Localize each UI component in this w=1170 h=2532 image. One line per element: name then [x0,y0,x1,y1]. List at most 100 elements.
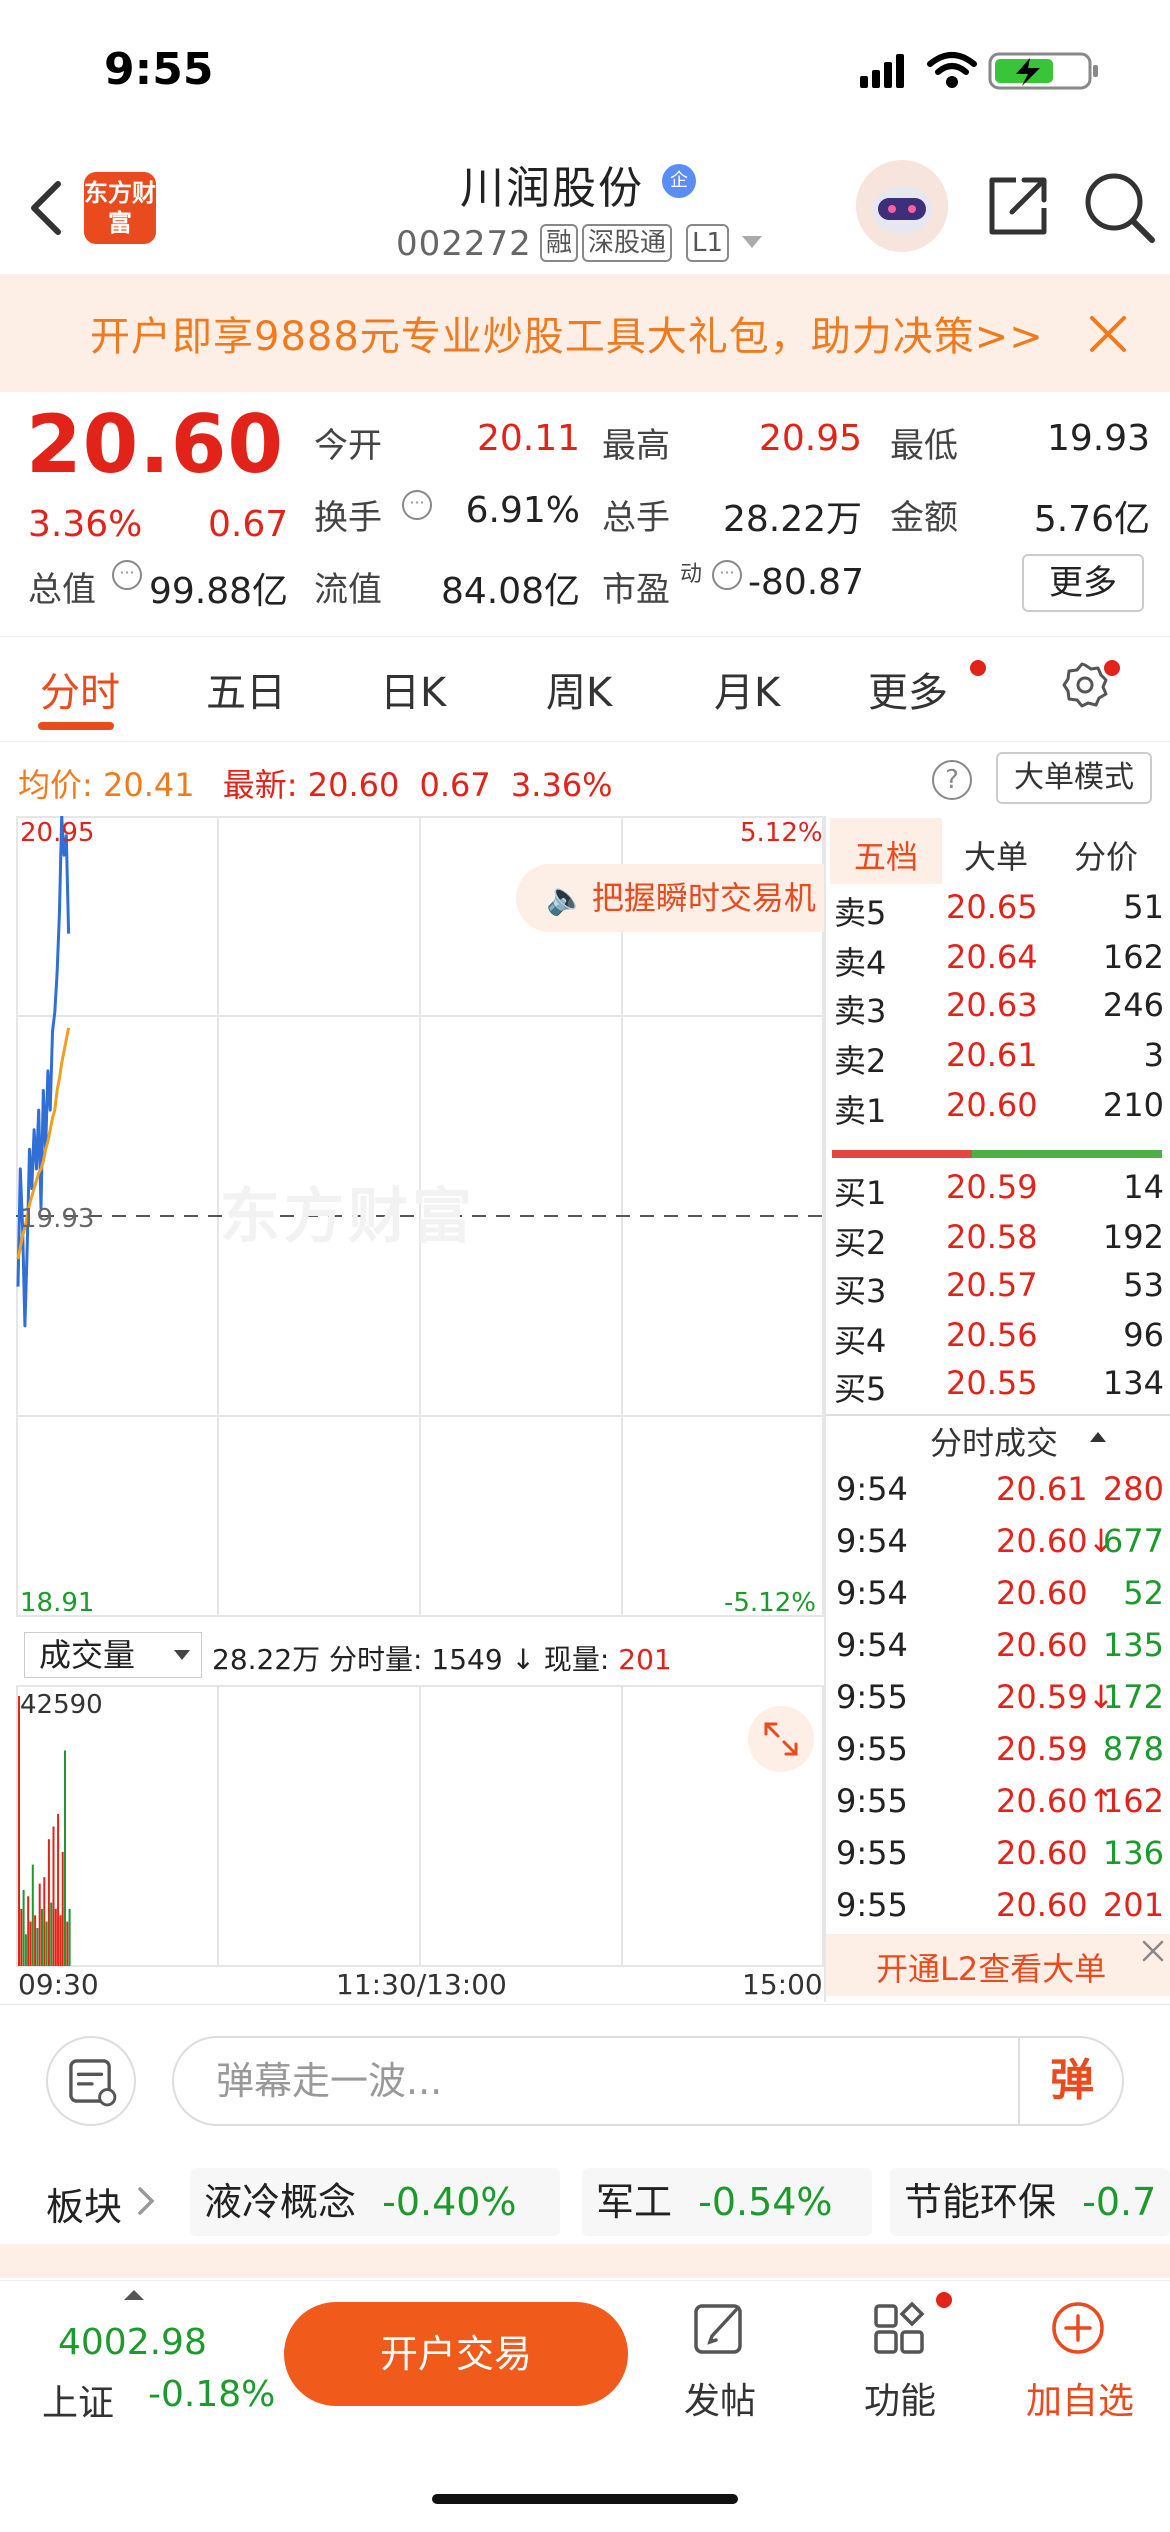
market-cap-value: 99.88亿 [148,571,288,612]
change-percent: 3.36% [28,504,143,545]
volume-info: 28.22万 分时量: 1549 ↓ 现量: 201 [212,1638,672,1678]
share-icon[interactable] [982,170,1054,242]
document-settings-icon[interactable] [46,2036,136,2126]
chevron-right-icon[interactable] [136,2186,158,2216]
promo-pill[interactable]: 🔈 把握瞬时交易机 [516,864,826,932]
tick-time: 9:55 [836,1678,908,1716]
tick-time: 9:54 [836,1626,908,1664]
chevron-down-icon[interactable] [174,1650,190,1660]
tick-price: 20.60↑ [996,1782,1115,1820]
sector-label[interactable]: 板块 [46,2176,122,2231]
tab-price-distribution[interactable]: 分价 [1074,832,1138,878]
tab-weekly-k[interactable]: 周K [546,660,612,718]
danmu-input[interactable]: 弹幕走一波... [172,2036,1124,2126]
add-watchlist-icon[interactable] [1048,2298,1108,2358]
bid-label: 买2 [834,1224,887,1262]
info-icon[interactable]: ··· [402,490,432,520]
time-label-close: 15:00 [742,1968,823,2001]
tab-big-orders[interactable]: 大单 [964,832,1028,878]
ask-price: 20.63 [946,986,1038,1024]
pe-value: -80.87 [747,562,864,603]
ask-row: 卖3 20.63 246 [834,986,1164,1034]
tab-daily-k[interactable]: 日K [380,660,446,718]
expand-icon[interactable] [748,1706,814,1772]
chevron-down-icon[interactable] [742,236,762,248]
tick-row: 9:55 20.60 201 [836,1886,1164,1938]
sector-chip[interactable]: 节能环保 -0.7 [890,2168,1170,2236]
help-icon[interactable]: ? [932,760,972,800]
post-label[interactable]: 发帖 [684,2372,756,2424]
l2-upgrade-text[interactable]: 开通L2查看大单 [876,1944,1106,1990]
close-icon[interactable] [1140,1938,1166,1964]
pe-superscript: 动 [680,562,703,587]
margin-tag: 融 [540,224,579,262]
divider [0,2004,1170,2005]
watermark-logo: 东方财富 [220,1182,476,1252]
info-icon[interactable]: ··· [112,560,142,590]
volume-bar [47,1839,50,1966]
active-tab-indicator [38,722,114,730]
chevron-up-icon[interactable] [124,2290,144,2300]
close-icon[interactable] [1086,312,1130,356]
tab-five-day[interactable]: 五日 [206,660,286,718]
tab-monthly-k[interactable]: 月K [714,660,780,718]
function-label[interactable]: 功能 [864,2372,936,2424]
bid-price: 20.55 [946,1364,1038,1402]
index-name[interactable]: 上证 [42,2374,114,2426]
amount-label: 金额 [890,498,958,538]
promo-banner-text[interactable]: 开户即享9888元专业炒股工具大礼包，助力决策>> [90,304,1044,362]
big-order-mode-button[interactable]: 大单模式 [996,752,1152,804]
tick-row: 9:55 20.59 878 [836,1730,1164,1782]
tick-volume: 135 [1102,1626,1164,1664]
tick-time: 9:55 [836,1886,908,1924]
settings-gear-icon[interactable] [1060,660,1110,710]
avg-price-line: 均价: 20.41 最新: 20.60 0.67 3.36% [18,760,613,806]
robot-avatar-icon[interactable] [856,160,948,252]
sector-chip[interactable]: 液冷概念 -0.40% [190,2168,560,2236]
function-grid-icon[interactable] [870,2298,930,2358]
ticks-title[interactable]: 分时成交 [930,1418,1058,1464]
chevron-up-icon[interactable] [1090,1432,1106,1442]
index-value[interactable]: 4002.98 [58,2322,207,2363]
volume-bar [36,1928,39,1966]
post-edit-icon[interactable] [690,2298,750,2358]
bid-row: 买3 20.57 53 [834,1266,1164,1314]
volume-bar [59,1915,62,1966]
open-account-trade-button[interactable]: 开户交易 [284,2302,628,2406]
tick-price: 20.60 [996,1574,1088,1612]
tab-five-levels[interactable]: 五档 [854,832,918,878]
ask-row: 卖5 20.65 51 [834,888,1164,936]
last-price: 20.60 [26,398,285,491]
tick-price: 20.61 [996,1470,1088,1508]
index-change[interactable]: -0.18% [148,2374,275,2415]
tab-more[interactable]: 更多 [868,660,948,718]
bid-label: 买5 [834,1370,887,1408]
signal-icon [860,54,904,88]
volume-bar [31,1864,34,1966]
tick-price: 20.60 [996,1626,1088,1664]
volume-bar [38,1883,41,1966]
axis-top-price: 20.95 [20,818,95,848]
add-watchlist-label[interactable]: 加自选 [1026,2372,1134,2424]
sector-chip[interactable]: 军工 -0.54% [582,2168,872,2236]
tick-price: 20.60 [996,1834,1088,1872]
search-icon[interactable] [1080,168,1158,246]
tab-intraday[interactable]: 分时 [40,660,120,718]
tick-volume: 677 [1102,1522,1164,1560]
stock-name[interactable]: 川润股份 [460,152,644,216]
ask-label: 卖4 [834,944,887,982]
bid-row: 买2 20.58 192 [834,1218,1164,1266]
sector-change: -0.7 [1082,2180,1157,2224]
bid-price: 20.56 [946,1316,1038,1354]
info-icon[interactable]: ··· [712,560,742,590]
ask-row: 卖4 20.64 162 [834,938,1164,986]
more-button[interactable]: 更多 [1022,554,1144,612]
tick-time: 9:55 [836,1730,908,1768]
back-icon[interactable] [22,178,72,238]
volume-bar [64,1750,66,1966]
danmu-toggle-icon[interactable]: 弹 [1018,2036,1124,2126]
intraday-chart[interactable] [16,816,826,1996]
sector-name: 节能环保 [904,2180,1057,2224]
ask-price: 20.61 [946,1036,1038,1074]
enterprise-badge: 企 [662,164,696,198]
